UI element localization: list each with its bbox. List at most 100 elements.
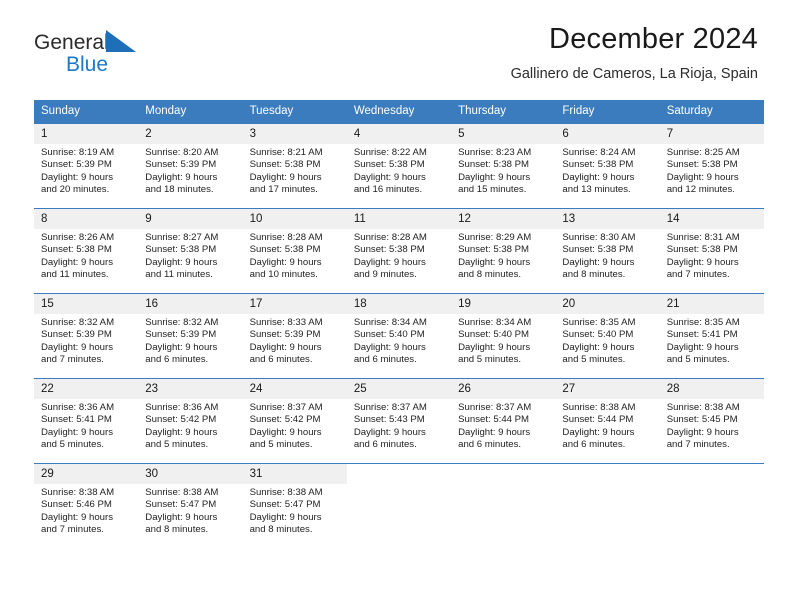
calendar-day-cell[interactable]: 19 Sunrise: 8:34 AM Sunset: 5:40 PM Dayligh… [451,294,556,378]
calendar-day-cell[interactable]: 29 Sunrise: 8:38 AM Sunset: 5:46 PM Dayligh… [34,464,139,548]
daylight-2-text: and 13 minutes. [562,183,631,195]
sunset-text: Sunset: 5:44 PM [458,414,530,426]
brand-logo[interactable]: General Blue [34,22,194,92]
sunrise-text: Sunrise: 8:22 AM [353,147,427,158]
day-details: Sunrise: 8:35 AM Sunset: 5:41 PM Daylight:… [660,314,764,366]
calendar-header-row: Sunday Monday Tuesday Wednesday Thursday… [34,100,764,124]
day-details: Sunrise: 8:21 AM Sunset: 5:38 PM Daylight:… [243,144,347,196]
calendar-cell: 21 Sunrise: 8:35 AM Sunset: 5:41 PM Dayligh… [659,293,764,379]
sunrise-text: Sunrise: 8:37 AM [249,402,323,413]
calendar-cell: 27 Sunrise: 8:38 AM Sunset: 5:44 PM Dayligh… [555,378,660,464]
day-details: Sunrise: 8:34 AM Sunset: 5:40 PM Daylight:… [347,314,451,366]
calendar-day-cell[interactable]: 11 Sunrise: 8:28 AM Sunset: 5:38 PM Dayligh… [346,209,452,293]
calendar-cell: 5 Sunrise: 8:23 AM Sunset: 5:38 PM Daylight… [451,123,556,209]
day-number: 27 [555,379,660,399]
calendar-week-row: 8 Sunrise: 8:26 AM Sunset: 5:38 PM Daylight… [34,208,764,294]
calendar-day-cell[interactable]: 9 Sunrise: 8:27 AM Sunset: 5:38 PM Daylight… [138,209,243,293]
sunrise-text: Sunrise: 8:35 AM [666,317,740,328]
daylight-1-text: Daylight: 9 hours [41,511,113,523]
calendar-day-cell[interactable]: 12 Sunrise: 8:29 AM Sunset: 5:38 PM Dayligh… [451,209,556,293]
daylight-1-text: Daylight: 9 hours [353,341,426,353]
day-number: 25 [346,379,452,399]
daylight-1-text: Daylight: 9 hours [562,426,635,438]
calendar-day-cell[interactable]: 25 Sunrise: 8:37 AM Sunset: 5:43 PM Dayligh… [346,379,452,463]
daylight-1-text: Daylight: 9 hours [41,426,113,438]
calendar-cell: 14 Sunrise: 8:31 AM Sunset: 5:38 PM Dayligh… [659,208,764,294]
daylight-2-text: and 6 minutes. [353,353,417,365]
sunset-text: Sunset: 5:44 PM [562,414,634,426]
calendar-week-row: 22 Sunrise: 8:36 AM Sunset: 5:41 PM Dayligh… [34,378,764,464]
sunset-text: Sunset: 5:38 PM [145,244,217,256]
day-number: 10 [242,209,347,229]
calendar-day-cell[interactable]: 16 Sunrise: 8:32 AM Sunset: 5:39 PM Dayligh… [138,294,243,378]
calendar-cell: 15 Sunrise: 8:32 AM Sunset: 5:39 PM Dayligh… [34,293,139,379]
daylight-2-text: and 5 minutes. [666,353,730,365]
calendar-day-cell[interactable]: 20 Sunrise: 8:35 AM Sunset: 5:40 PM Dayligh… [555,294,660,378]
calendar-day-cell[interactable]: 24 Sunrise: 8:37 AM Sunset: 5:42 PM Dayligh… [242,379,347,463]
calendar-day-cell[interactable]: 18 Sunrise: 8:34 AM Sunset: 5:40 PM Dayligh… [346,294,452,378]
calendar-day-cell[interactable]: 8 Sunrise: 8:26 AM Sunset: 5:38 PM Daylight… [34,209,139,293]
daylight-2-text: and 10 minutes. [249,268,318,280]
sunrise-text: Sunrise: 8:38 AM [41,487,115,498]
calendar-cell: 6 Sunrise: 8:24 AM Sunset: 5:38 PM Daylight… [555,123,660,209]
sunrise-text: Sunrise: 8:28 AM [249,232,323,243]
calendar-day-cell[interactable]: 7 Sunrise: 8:25 AM Sunset: 5:38 PM Daylight… [659,124,764,208]
sunset-text: Sunset: 5:38 PM [562,159,634,171]
sunset-text: Sunset: 5:38 PM [249,159,321,171]
daylight-2-text: and 7 minutes. [666,268,730,280]
calendar-week-row: 15 Sunrise: 8:32 AM Sunset: 5:39 PM Dayligh… [34,293,764,379]
calendar-day-cell[interactable]: 6 Sunrise: 8:24 AM Sunset: 5:38 PM Daylight… [555,124,660,208]
sunset-text: Sunset: 5:40 PM [353,329,425,341]
calendar-day-cell[interactable]: 3 Sunrise: 8:21 AM Sunset: 5:38 PM Daylight… [242,124,347,208]
sunrise-text: Sunrise: 8:30 AM [562,232,636,243]
calendar-day-cell[interactable]: 5 Sunrise: 8:23 AM Sunset: 5:38 PM Daylight… [451,124,556,208]
daylight-2-text: and 8 minutes. [458,268,522,280]
calendar-day-cell[interactable]: 14 Sunrise: 8:31 AM Sunset: 5:38 PM Dayligh… [659,209,764,293]
daylight-1-text: Daylight: 9 hours [145,256,218,268]
day-details: Sunrise: 8:37 AM Sunset: 5:42 PM Daylight:… [243,399,347,451]
calendar-cell: 22 Sunrise: 8:36 AM Sunset: 5:41 PM Dayligh… [34,378,139,464]
daylight-2-text: and 7 minutes. [666,438,730,450]
calendar-day-cell[interactable]: 22 Sunrise: 8:36 AM Sunset: 5:41 PM Dayligh… [34,379,139,463]
day-number: 23 [138,379,243,399]
daylight-2-text: and 5 minutes. [41,438,104,450]
calendar-cell: 16 Sunrise: 8:32 AM Sunset: 5:39 PM Dayligh… [138,293,243,379]
calendar-day-cell[interactable]: 30 Sunrise: 8:38 AM Sunset: 5:47 PM Dayligh… [138,464,243,548]
calendar-day-cell[interactable]: 15 Sunrise: 8:32 AM Sunset: 5:39 PM Dayligh… [34,294,139,378]
calendar-cell: 18 Sunrise: 8:34 AM Sunset: 5:40 PM Dayligh… [346,293,452,379]
daylight-2-text: and 8 minutes. [145,523,209,535]
calendar-day-cell[interactable]: 1 Sunrise: 8:19 AM Sunset: 5:39 PM Daylight… [34,124,139,208]
calendar-day-cell[interactable]: 26 Sunrise: 8:37 AM Sunset: 5:44 PM Dayligh… [451,379,556,463]
sunrise-text: Sunrise: 8:38 AM [145,487,219,498]
calendar-day-cell[interactable]: 2 Sunrise: 8:20 AM Sunset: 5:39 PM Daylight… [138,124,243,208]
sunrise-text: Sunrise: 8:25 AM [666,147,740,158]
sunrise-text: Sunrise: 8:21 AM [249,147,323,158]
calendar-day-cell[interactable]: 31 Sunrise: 8:38 AM Sunset: 5:47 PM Dayligh… [242,464,347,548]
day-number: 22 [34,379,139,399]
day-number: 14 [659,209,764,229]
calendar-day-cell[interactable]: 17 Sunrise: 8:33 AM Sunset: 5:39 PM Dayligh… [242,294,347,378]
sunset-text: Sunset: 5:39 PM [41,159,112,171]
page-subtitle: Gallinero de Cameros, La Rioja, Spain [510,66,758,82]
day-details: Sunrise: 8:28 AM Sunset: 5:38 PM Daylight:… [347,229,451,281]
day-details: Sunrise: 8:29 AM Sunset: 5:38 PM Daylight:… [451,229,555,281]
sunrise-text: Sunrise: 8:29 AM [458,232,532,243]
daylight-1-text: Daylight: 9 hours [562,341,635,353]
day-number: 12 [451,209,556,229]
calendar-day-cell[interactable]: 4 Sunrise: 8:22 AM Sunset: 5:38 PM Daylight… [346,124,452,208]
calendar-cell: 3 Sunrise: 8:21 AM Sunset: 5:38 PM Daylight… [242,123,347,209]
day-details: Sunrise: 8:25 AM Sunset: 5:38 PM Daylight:… [660,144,764,196]
calendar-day-cell[interactable]: 21 Sunrise: 8:35 AM Sunset: 5:41 PM Dayligh… [659,294,764,378]
calendar-day-cell[interactable]: 13 Sunrise: 8:30 AM Sunset: 5:38 PM Dayligh… [555,209,660,293]
weekday-header-friday: Friday [555,100,660,124]
day-number: 3 [242,124,347,144]
calendar-day-cell[interactable]: 23 Sunrise: 8:36 AM Sunset: 5:42 PM Dayligh… [138,379,243,463]
calendar-day-cell[interactable]: 10 Sunrise: 8:28 AM Sunset: 5:38 PM Dayligh… [242,209,347,293]
calendar-day-cell[interactable]: 28 Sunrise: 8:38 AM Sunset: 5:45 PM Dayligh… [659,379,764,463]
calendar-day-cell[interactable]: 27 Sunrise: 8:38 AM Sunset: 5:44 PM Dayligh… [555,379,660,463]
daylight-1-text: Daylight: 9 hours [249,171,322,183]
calendar-cell: 19 Sunrise: 8:34 AM Sunset: 5:40 PM Dayligh… [451,293,556,379]
sunset-text: Sunset: 5:41 PM [41,414,112,426]
calendar-cell: 11 Sunrise: 8:28 AM Sunset: 5:38 PM Dayligh… [346,208,452,294]
daylight-2-text: and 5 minutes. [249,438,313,450]
